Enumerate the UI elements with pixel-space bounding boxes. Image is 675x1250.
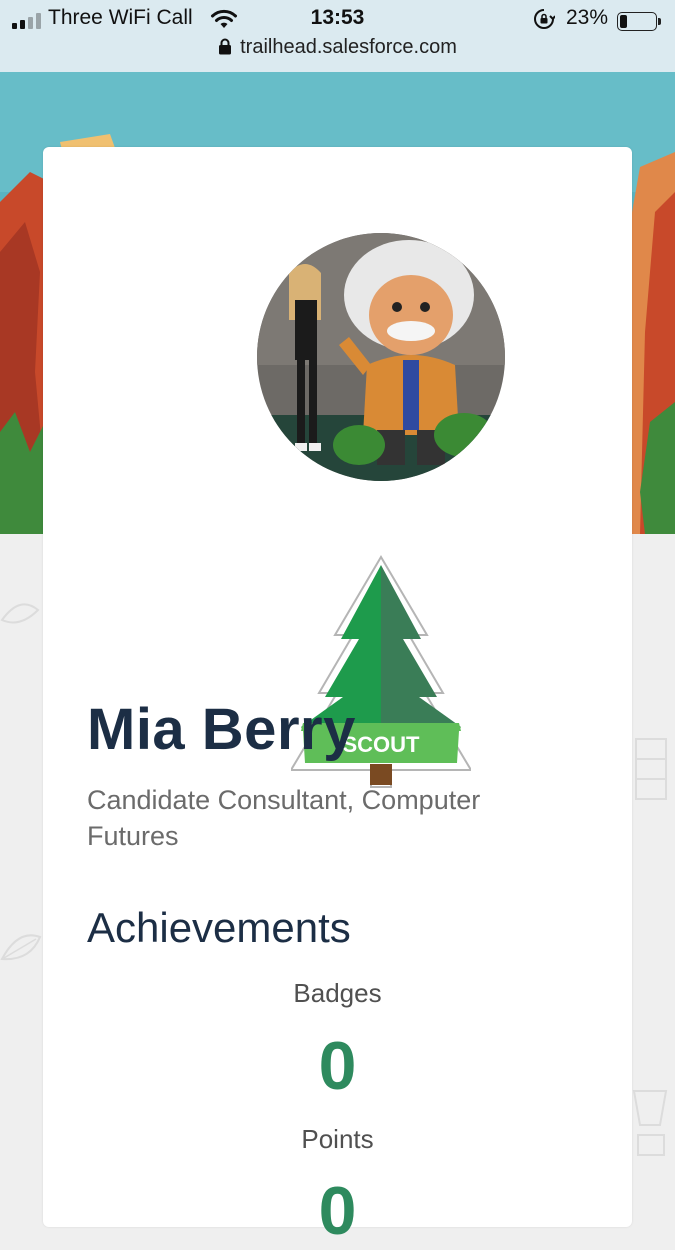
leaf-decoration-icon-2: [0, 934, 42, 961]
address-bar[interactable]: trailhead.salesforce.com: [0, 36, 675, 62]
lantern-decoration-icon: [635, 738, 667, 800]
battery-icon: [617, 12, 661, 31]
battery-percent: 23%: [566, 6, 609, 29]
profile-avatar[interactable]: [249, 225, 513, 489]
badges-label: Badges: [293, 978, 382, 1008]
status-bar: Three WiFi Call 13:53 23% trailhead.sale…: [0, 0, 675, 73]
leaf-decoration-icon: [0, 603, 40, 624]
profile-title: Candidate Consultant, Computer Futures: [87, 785, 481, 851]
points-label: Points: [301, 1124, 374, 1154]
badges-count[interactable]: 0: [0, 1027, 675, 1105]
points-count[interactable]: 0: [0, 1172, 675, 1250]
profile-name: Mia Berry: [87, 697, 356, 762]
rotation-lock-icon: [533, 8, 556, 35]
status-row: Three WiFi Call 13:53 23%: [0, 4, 675, 34]
achievements-heading: Achievements: [87, 904, 351, 951]
battery-level: [620, 15, 628, 28]
url-text: trailhead.salesforce.com: [240, 36, 457, 58]
lock-icon: [218, 38, 232, 61]
